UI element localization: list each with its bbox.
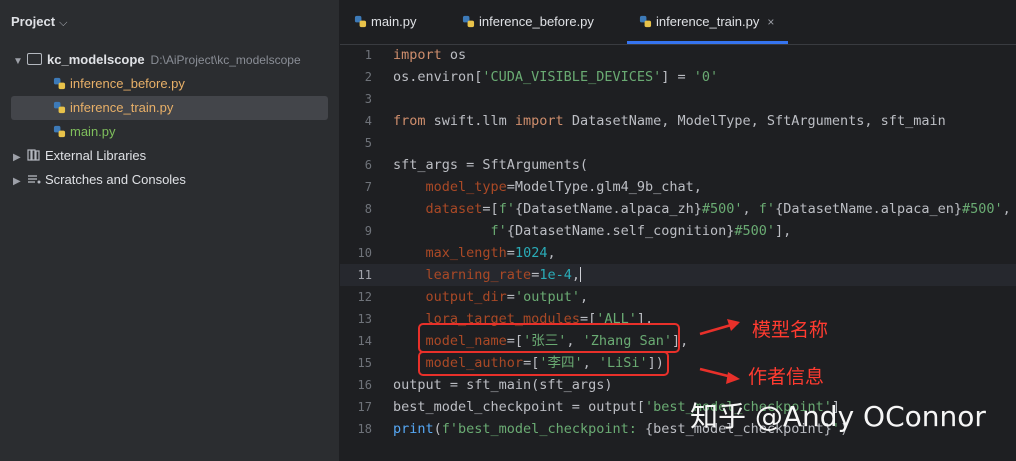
- line-number: 3: [364, 92, 372, 106]
- line-number: 14: [357, 334, 372, 348]
- line-number: 9: [364, 224, 372, 238]
- code-line-10: max_length=1024,: [425, 245, 556, 261]
- tree-external-libraries[interactable]: ▶ External Libraries: [13, 144, 146, 168]
- folder-icon: [27, 53, 42, 65]
- line-number: 1: [364, 48, 372, 62]
- file-name: main.py: [70, 124, 116, 139]
- tab-label: inference_before.py: [479, 14, 594, 29]
- python-file-icon: [354, 15, 367, 28]
- line-number: 10: [357, 246, 372, 260]
- annotation-model-name: 模型名称: [752, 319, 829, 341]
- chevron-down-icon[interactable]: ⌵: [59, 17, 67, 29]
- tree-root-folder[interactable]: ▼ kc_modelscope D:\AiProject\kc_modelscope: [13, 48, 301, 72]
- tab-inference-before[interactable]: inference_before.py: [462, 0, 594, 44]
- project-title: Project: [11, 14, 56, 29]
- text-caret: [579, 267, 582, 282]
- line-number: 7: [364, 180, 372, 194]
- expand-arrow-icon[interactable]: ▼: [13, 50, 27, 74]
- line-number: 6: [364, 158, 372, 172]
- tree-scratches[interactable]: ▶ Scratches and Consoles: [13, 168, 186, 192]
- python-file-icon: [53, 101, 66, 114]
- code-line-8: dataset=[f'{DatasetName.alpaca_zh}#500',…: [425, 201, 1011, 217]
- code-line-4: from swift.llm import DatasetName, Model…: [393, 113, 946, 129]
- highlight-box-model-name: [418, 323, 680, 353]
- file-name: inference_before.py: [70, 76, 185, 91]
- tree-file-inference-train[interactable]: inference_train.py: [11, 96, 328, 120]
- line-number: 5: [364, 136, 372, 150]
- code-line-11: learning_rate=1e-4,: [425, 267, 582, 283]
- code-line-9: f'{DatasetName.self_cognition}#500'],: [490, 223, 792, 239]
- line-number: 13: [357, 312, 372, 326]
- watermark: 知乎 @Andy OConnor: [690, 400, 986, 433]
- code-line-16: output = sft_main(sft_args): [393, 377, 613, 393]
- line-number: 17: [357, 400, 372, 414]
- project-header[interactable]: Project ⌵: [11, 14, 67, 30]
- scratches-icon: [28, 175, 41, 184]
- code-line-1: import os: [393, 47, 467, 63]
- line-number: 8: [364, 202, 372, 216]
- python-file-icon: [53, 77, 66, 90]
- project-panel: Project ⌵ ▼ kc_modelscope D:\AiProject\kc_m…: [0, 0, 340, 461]
- expand-arrow-icon[interactable]: ▶: [13, 170, 27, 194]
- line-number-current: 11: [357, 268, 372, 282]
- line-number: 18: [357, 422, 372, 436]
- arrow-author-info: [699, 367, 737, 380]
- tree-file-inference-before[interactable]: inference_before.py: [53, 72, 185, 96]
- editor-tab-bar: main.py inference_before.py inference_tr…: [340, 0, 1016, 45]
- arrow-head-icon: [727, 319, 740, 331]
- arrow-head-icon: [726, 372, 740, 384]
- code-line-12: output_dir='output',: [425, 289, 589, 305]
- line-number: 15: [357, 356, 372, 370]
- root-folder-name: kc_modelscope: [47, 52, 145, 67]
- scratches-label: Scratches and Consoles: [45, 172, 186, 187]
- expand-arrow-icon[interactable]: ▶: [13, 146, 27, 170]
- python-file-icon: [639, 15, 652, 28]
- code-line-2: os.environ['CUDA_VISIBLE_DEVICES'] = '0': [393, 69, 719, 85]
- annotation-author-info: 作者信息: [748, 366, 825, 388]
- line-number: 16: [357, 378, 372, 392]
- python-file-icon: [462, 15, 475, 28]
- highlight-box-model-author: [418, 351, 669, 376]
- tree-file-main[interactable]: main.py: [53, 120, 116, 144]
- close-icon[interactable]: ×: [767, 15, 774, 29]
- python-file-icon: [53, 125, 66, 138]
- tab-main[interactable]: main.py: [354, 0, 417, 44]
- tab-label: main.py: [371, 14, 417, 29]
- library-icon: [27, 149, 40, 161]
- code-line-6: sft_args = SftArguments(: [393, 157, 589, 173]
- line-number-gutter: 1 2 3 4 5 6 7 8 9 10 11 12 13 14 15 16 1…: [340, 44, 384, 461]
- code-line-7: model_type=ModelType.glm4_9b_chat,: [425, 179, 702, 195]
- line-number: 12: [357, 290, 372, 304]
- external-libraries-label: External Libraries: [45, 148, 147, 163]
- arrow-model-name: [699, 321, 739, 336]
- tab-label: inference_train.py: [656, 14, 760, 29]
- root-folder-path: D:\AiProject\kc_modelscope: [150, 53, 301, 67]
- file-name: inference_train.py: [70, 100, 174, 115]
- tab-inference-train[interactable]: inference_train.py ×: [626, 0, 789, 44]
- line-number: 2: [364, 70, 372, 84]
- line-number: 4: [364, 114, 372, 128]
